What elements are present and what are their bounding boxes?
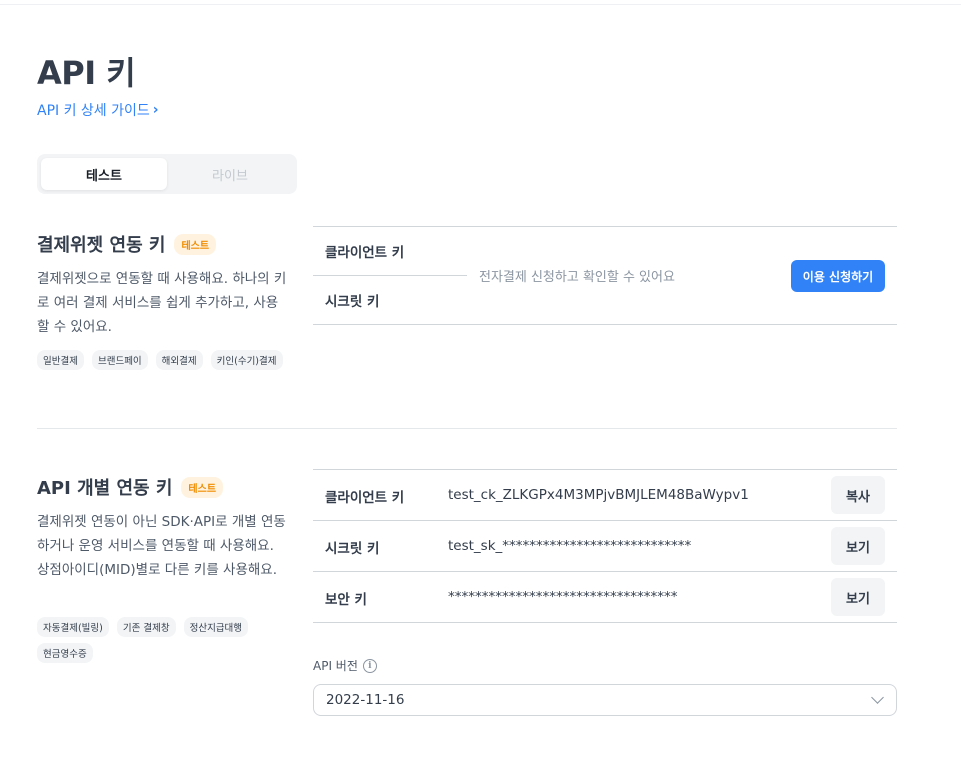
tag: 현금영수증 — [37, 643, 93, 663]
api-section-title-text: API 개별 연동 키 — [37, 478, 173, 499]
page-title: API 키 — [37, 54, 136, 92]
secret-key-value: test_sk_**************************** — [448, 538, 692, 554]
test-badge: 테스트 — [181, 476, 224, 498]
tag: 정산지급대행 — [183, 617, 249, 637]
mode-toggle: 테스트 라이브 — [37, 154, 297, 194]
show-secret-key-button[interactable]: 보기 — [831, 527, 885, 565]
show-security-key-button[interactable]: 보기 — [831, 578, 885, 616]
client-key-label: 클라이언트 키 — [325, 245, 405, 261]
security-key-label: 보안 키 — [325, 592, 367, 608]
tab-live[interactable]: 라이브 — [167, 158, 293, 190]
apply-button[interactable]: 이용 신청하기 — [791, 260, 885, 292]
api-version-label-text: API 버전 — [313, 659, 358, 673]
security-key-value: ********************************** — [448, 589, 678, 605]
test-badge: 테스트 — [174, 233, 217, 255]
table-row: 시크릿 키 test_sk_**************************… — [313, 521, 897, 572]
tag: 기존 결제창 — [116, 617, 176, 637]
tag: 일반결제 — [37, 350, 84, 370]
table-row: 보안 키 ********************************** … — [313, 572, 897, 623]
client-key-label: 클라이언트 키 — [325, 490, 405, 506]
api-section-title: API 개별 연동 키 테스트 — [37, 474, 224, 500]
secret-key-label: 시크릿 키 — [325, 541, 380, 557]
guide-link-label: API 키 상세 가이드 — [37, 103, 150, 119]
api-tag-list: 자동결제(빌링) 기존 결제창 정산지급대행 현금영수증 — [37, 617, 297, 663]
widget-section-description: 결제위젯으로 연동할 때 사용해요. 하나의 키로 여러 결제 서비스를 쉽게 … — [37, 271, 287, 335]
widget-section-title: 결제위젯 연동 키 테스트 — [37, 231, 217, 257]
tag: 자동결제(빌링) — [37, 617, 109, 637]
copy-client-key-button[interactable]: 복사 — [831, 476, 885, 514]
api-key-guide-link[interactable]: API 키 상세 가이드 › — [37, 100, 159, 120]
widget-tag-list: 일반결제 브랜드페이 해외결제 키인(수기)결제 — [37, 350, 297, 370]
row-divider — [313, 275, 467, 276]
api-key-table: 클라이언트 키 test_ck_ZLKGPx4M3MPjvBMJLEM48BaW… — [313, 469, 897, 623]
chevron-right-icon: › — [152, 102, 159, 118]
chevron-down-icon — [871, 691, 884, 704]
api-version-value: 2022-11-16 — [326, 692, 405, 708]
api-version-select[interactable]: 2022-11-16 — [313, 684, 897, 716]
widget-key-table: 클라이언트 키 시크릿 키 전자결제 신청하고 확인할 수 있어요 이용 신청하… — [313, 226, 897, 325]
tag: 키인(수기)결제 — [210, 350, 283, 370]
top-border — [0, 4, 961, 5]
api-version-label: API 버전 i — [313, 657, 377, 674]
client-key-value: test_ck_ZLKGPx4M3MPjvBMJLEM48BaWypv1 — [448, 487, 749, 503]
tag: 해외결제 — [155, 350, 203, 370]
widget-section-title-text: 결제위젯 연동 키 — [37, 235, 166, 256]
tab-test[interactable]: 테스트 — [41, 158, 167, 190]
api-section-description: 결제위젯 연동이 아닌 SDK·API로 개별 연동하거나 운영 서비스를 연동… — [37, 514, 286, 578]
section-divider — [37, 428, 897, 429]
table-row: 클라이언트 키 test_ck_ZLKGPx4M3MPjvBMJLEM48BaW… — [313, 470, 897, 521]
secret-key-label: 시크릿 키 — [325, 294, 380, 310]
tag: 브랜드페이 — [91, 350, 148, 370]
info-icon[interactable]: i — [362, 658, 377, 673]
apply-required-message: 전자결제 신청하고 확인할 수 있어요 — [479, 270, 675, 285]
